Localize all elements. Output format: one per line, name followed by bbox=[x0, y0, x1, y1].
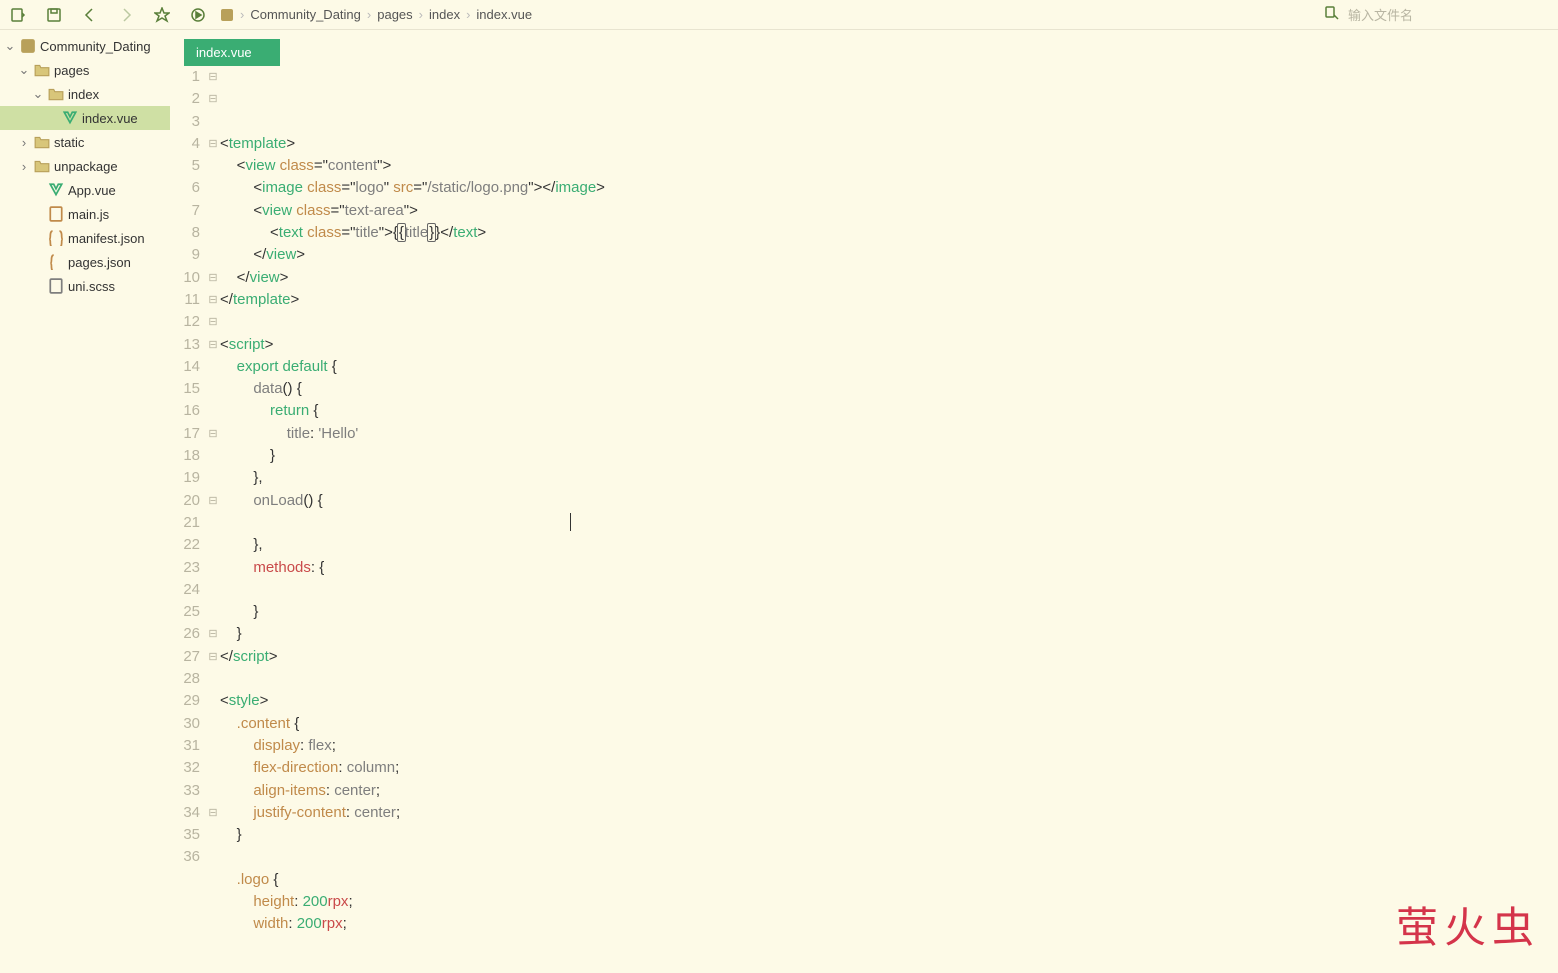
code-editor[interactable]: 1234567891011121314151617181920212223242… bbox=[170, 66, 1558, 973]
breadcrumb-item: index.vue bbox=[476, 7, 532, 22]
tree-label: index bbox=[68, 87, 99, 102]
breadcrumb-item[interactable]: pages bbox=[377, 7, 412, 22]
json-file-icon bbox=[48, 254, 64, 270]
open-file-button[interactable] bbox=[0, 0, 36, 30]
editor-tabs: index.vue bbox=[170, 30, 1558, 66]
tree-folder-static[interactable]: › static bbox=[0, 130, 170, 154]
search-icon bbox=[1324, 5, 1340, 26]
chevron-down-icon: ⌄ bbox=[18, 62, 30, 78]
file-search bbox=[1324, 0, 1548, 30]
file-explorer: ⌄ Community_Dating ⌄ pages ⌄ index index… bbox=[0, 30, 170, 973]
breadcrumb: › Community_Dating › pages › index › ind… bbox=[220, 7, 532, 22]
tree-label: static bbox=[54, 135, 84, 150]
tree-folder-pages[interactable]: ⌄ pages bbox=[0, 58, 170, 82]
folder-icon bbox=[34, 158, 50, 174]
json-file-icon bbox=[48, 230, 64, 246]
toolbar: › Community_Dating › pages › index › ind… bbox=[0, 0, 1558, 30]
tree-label: index.vue bbox=[82, 111, 138, 126]
tree-folder-index[interactable]: ⌄ index bbox=[0, 82, 170, 106]
tab-index-vue[interactable]: index.vue bbox=[184, 39, 280, 66]
tree-file-index-vue[interactable]: index.vue bbox=[0, 106, 170, 130]
breadcrumb-item[interactable]: Community_Dating bbox=[250, 7, 361, 22]
line-number-gutter: 1234567891011121314151617181920212223242… bbox=[170, 66, 206, 973]
fold-gutter: ⊟⊟⊟⊟⊟⊟⊟⊟⊟⊟⊟⊟ bbox=[206, 66, 220, 973]
editor-area: index.vue 123456789101112131415161718192… bbox=[170, 30, 1558, 973]
breadcrumb-separator-icon: › bbox=[367, 7, 371, 22]
save-button[interactable] bbox=[36, 0, 72, 30]
tree-file-pages-json[interactable]: pages.json bbox=[0, 250, 170, 274]
tree-label: App.vue bbox=[68, 183, 116, 198]
breadcrumb-separator-icon: › bbox=[466, 7, 470, 22]
tree-project[interactable]: ⌄ Community_Dating bbox=[0, 34, 170, 58]
tree-label: Community_Dating bbox=[40, 39, 151, 54]
breadcrumb-separator-icon: › bbox=[240, 7, 244, 22]
project-icon bbox=[220, 8, 234, 22]
tree-label: pages bbox=[54, 63, 89, 78]
project-icon bbox=[20, 38, 36, 54]
tree-label: pages.json bbox=[68, 255, 131, 270]
folder-icon bbox=[48, 86, 64, 102]
nav-back-button[interactable] bbox=[72, 0, 108, 30]
tree-label: unpackage bbox=[54, 159, 118, 174]
chevron-down-icon: ⌄ bbox=[32, 86, 44, 102]
code-content[interactable]: <template> <view class="content"> <image… bbox=[220, 66, 1558, 973]
tree-file-manifest-json[interactable]: manifest.json bbox=[0, 226, 170, 250]
tree-file-uni-scss[interactable]: uni.scss bbox=[0, 274, 170, 298]
tree-file-app-vue[interactable]: App.vue bbox=[0, 178, 170, 202]
scss-file-icon bbox=[48, 278, 64, 294]
js-file-icon bbox=[48, 206, 64, 222]
folder-icon bbox=[34, 134, 50, 150]
vue-file-icon bbox=[48, 182, 64, 198]
tree-folder-unpackage[interactable]: › unpackage bbox=[0, 154, 170, 178]
file-search-input[interactable] bbox=[1348, 8, 1548, 23]
breadcrumb-item[interactable]: index bbox=[429, 7, 460, 22]
run-button[interactable] bbox=[180, 0, 216, 30]
tree-label: uni.scss bbox=[68, 279, 115, 294]
text-cursor bbox=[570, 513, 571, 531]
nav-forward-button[interactable] bbox=[108, 0, 144, 30]
folder-icon bbox=[34, 62, 50, 78]
breadcrumb-separator-icon: › bbox=[419, 7, 423, 22]
vue-file-icon bbox=[62, 110, 78, 126]
tree-file-main-js[interactable]: main.js bbox=[0, 202, 170, 226]
chevron-right-icon: › bbox=[18, 135, 30, 150]
tree-label: manifest.json bbox=[68, 231, 145, 246]
chevron-right-icon: › bbox=[18, 159, 30, 174]
favorite-button[interactable] bbox=[144, 0, 180, 30]
chevron-down-icon: ⌄ bbox=[4, 38, 16, 54]
tree-label: main.js bbox=[68, 207, 109, 222]
